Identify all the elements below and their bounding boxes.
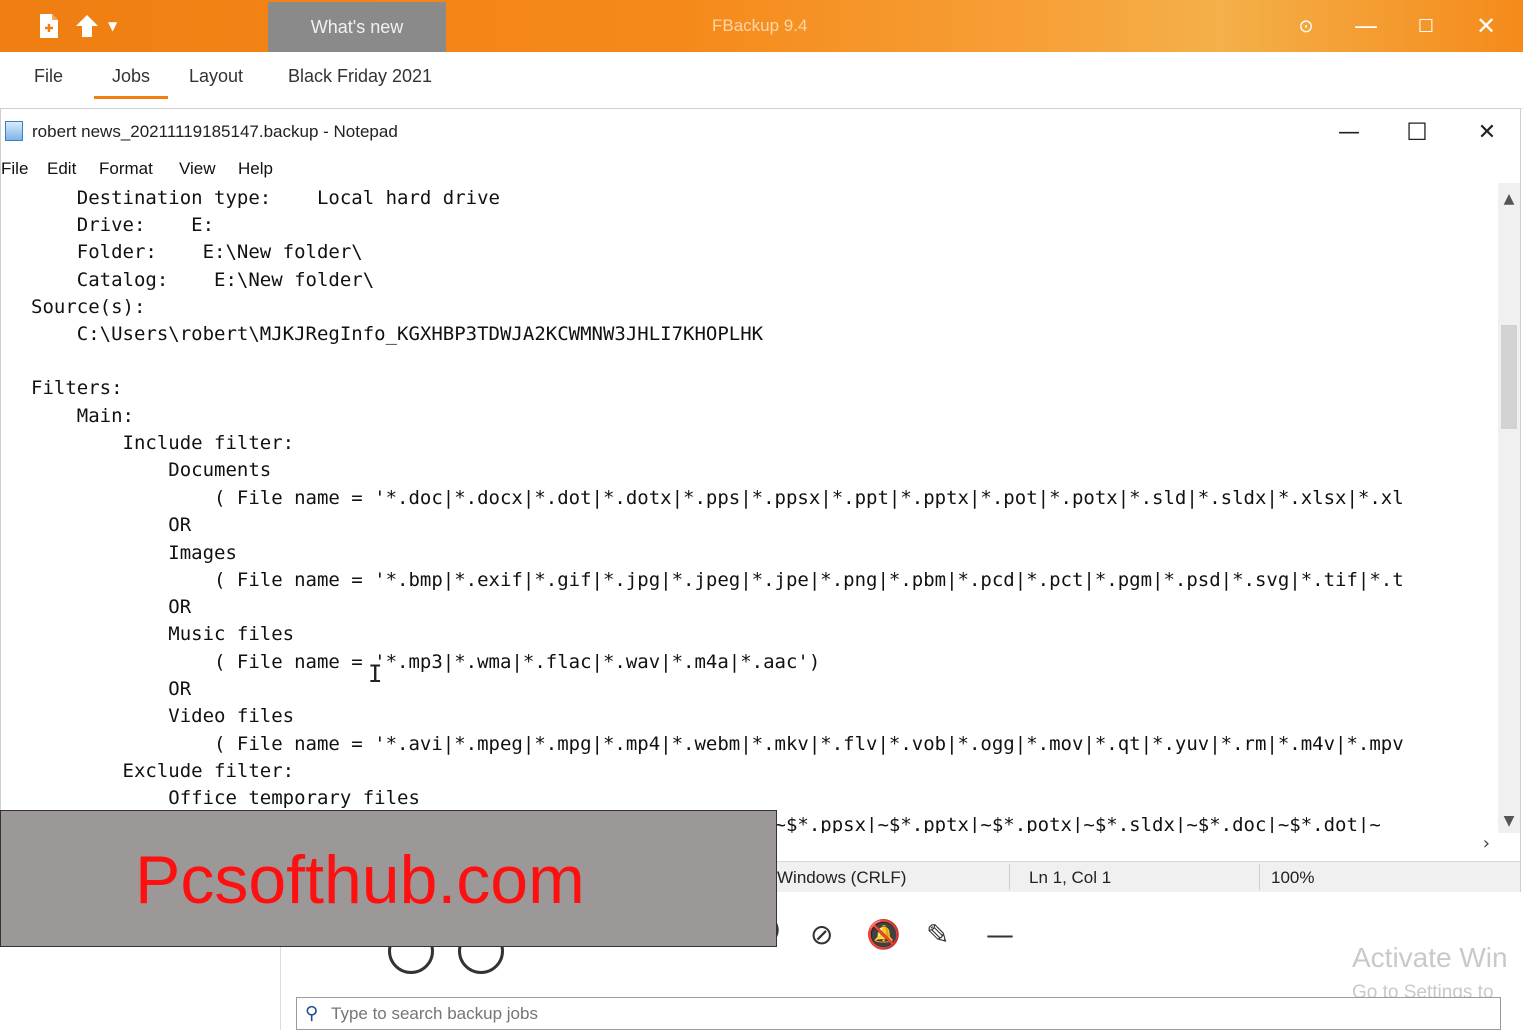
fbackup-app-title: FBackup 9.4: [712, 16, 808, 35]
text-line: OR: [31, 596, 192, 618]
menu-file[interactable]: File: [1, 159, 28, 179]
text-line: Documents: [31, 459, 272, 481]
scroll-right-icon[interactable]: ›: [1483, 833, 1490, 854]
fbackup-ribbon-tabs: File Jobs Layout Black Friday 2021: [0, 52, 1523, 109]
text-line: Filters:: [31, 377, 123, 399]
tab-layout[interactable]: Layout: [189, 66, 243, 87]
text-line: ( File name = '*.doc|*.docx|*.dot|*.dotx…: [31, 487, 1404, 509]
edit-icon[interactable]: ✎: [926, 918, 949, 951]
menu-view[interactable]: View: [179, 159, 216, 179]
text-line: Exclude filter:: [31, 760, 295, 782]
fbackup-minimize-button[interactable]: —: [1350, 10, 1382, 42]
notifications-off-icon[interactable]: 🔕: [866, 918, 901, 951]
whats-new-tab[interactable]: What's new: [268, 2, 446, 52]
text-line: OR: [31, 514, 192, 536]
vertical-scrollbar[interactable]: ▲ ▼: [1498, 183, 1520, 833]
text-line: Office temporary files: [31, 787, 420, 809]
watermark-banner: Pcsofthub.com: [0, 810, 777, 947]
search-input[interactable]: [329, 1001, 1433, 1027]
menu-help[interactable]: Help: [238, 159, 273, 179]
menu-format[interactable]: Format: [99, 159, 153, 179]
text-line: Main:: [31, 405, 134, 427]
line-ending-status: Windows (CRLF): [777, 868, 907, 887]
notepad-titlebar: robert news_20211119185147.backup - Note…: [1, 109, 1520, 155]
scrollbar-thumb[interactable]: [1501, 325, 1517, 429]
text-line: Images: [31, 542, 237, 564]
status-divider: [1009, 864, 1010, 890]
remove-icon[interactable]: —: [986, 918, 1014, 951]
text-line: ( File name = '*.avi|*.mpeg|*.mpg|*.mp4|…: [31, 733, 1404, 755]
text-line: ( File name = '*.mp3|*.wma|*.flac|*.wav|…: [31, 651, 821, 673]
text-line: ( File name = '*.bmp|*.exif|*.gif|*.jpg|…: [31, 569, 1404, 591]
search-icon: ⚲: [305, 1003, 319, 1024]
notepad-icon: [5, 121, 23, 141]
text-line: Source(s):: [31, 296, 146, 318]
text-line: Destination type: Local hard drive: [31, 187, 500, 209]
text-cursor-icon: I: [368, 660, 383, 688]
text-line: C:\Users\robert\MJKJRegInfo_KGXHBP3TDWJA…: [31, 323, 764, 345]
tab-jobs[interactable]: Jobs: [93, 66, 169, 99]
search-jobs-box[interactable]: ⚲: [296, 997, 1501, 1030]
menu-edit[interactable]: Edit: [47, 159, 76, 179]
fbackup-focus-icon[interactable]: ⊙: [1290, 10, 1322, 42]
fbackup-close-button[interactable]: ✕: [1470, 10, 1502, 42]
scroll-down-icon[interactable]: ▼: [1498, 813, 1520, 829]
notepad-title: robert news_20211119185147.backup - Note…: [32, 122, 398, 141]
notepad-menu-bar: File Edit Format View Help: [1, 155, 1520, 183]
notepad-close-button[interactable]: ✕: [1467, 115, 1507, 149]
tab-file[interactable]: File: [34, 66, 63, 87]
text-line: Include filter:: [31, 432, 295, 454]
disable-icon[interactable]: ⊘: [810, 918, 833, 951]
notepad-minimize-button[interactable]: —: [1329, 115, 1369, 149]
cursor-position-status: Ln 1, Col 1: [1029, 868, 1112, 887]
text-line: Folder: E:\New folder\: [31, 241, 363, 263]
text-line: OR: [31, 678, 192, 700]
zoom-status: 100%: [1271, 868, 1315, 887]
fbackup-titlebar: ▼ What's new FBackup 9.4 ⊙ — ☐ ✕: [0, 0, 1523, 52]
quick-access-dropdown-icon[interactable]: ▼: [108, 12, 117, 40]
up-arrow-icon[interactable]: [74, 12, 100, 40]
new-job-icon[interactable]: [38, 12, 60, 40]
activate-windows-title: Activate Win: [1352, 942, 1508, 973]
status-divider: [1259, 864, 1260, 890]
notepad-maximize-button[interactable]: ☐: [1397, 115, 1437, 149]
tab-black-friday[interactable]: Black Friday 2021: [288, 66, 432, 87]
text-line: Drive: E:: [31, 214, 215, 236]
notepad-window: robert news_20211119185147.backup - Note…: [0, 108, 1521, 892]
watermark-text: Pcsofthub.com: [135, 842, 585, 918]
scroll-up-icon[interactable]: ▲: [1498, 191, 1520, 207]
fbackup-maximize-button[interactable]: ☐: [1410, 10, 1442, 42]
text-line: Music files: [31, 623, 295, 645]
text-line: Video files: [31, 705, 295, 727]
text-line: Catalog: E:\New folder\: [31, 269, 375, 291]
notepad-text-area[interactable]: Destination type: Local hard drive Drive…: [31, 185, 1491, 833]
